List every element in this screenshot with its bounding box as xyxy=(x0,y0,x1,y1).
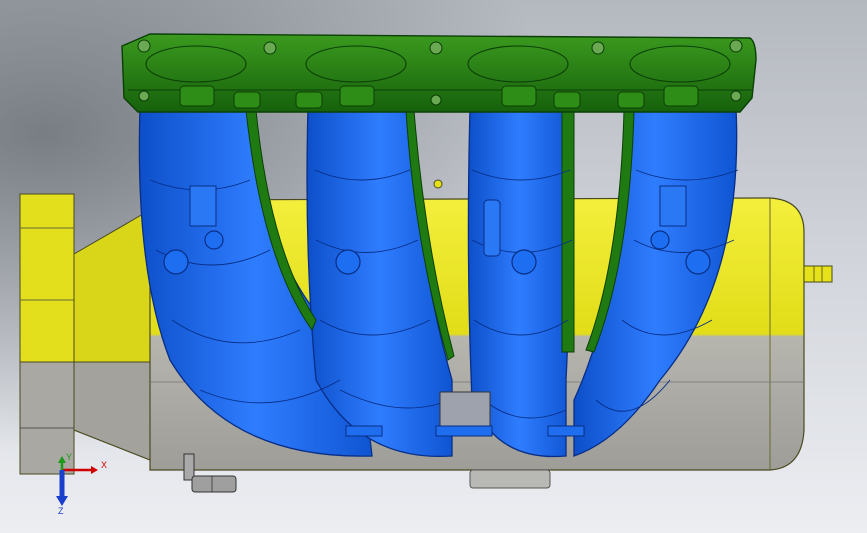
vacuum-nipple xyxy=(803,265,833,283)
cad-viewport[interactable]: X Y Z xyxy=(0,0,867,533)
plenum-bottom-boss xyxy=(469,469,551,489)
manifold-model-view[interactable]: X Y Z xyxy=(0,0,867,533)
z-axis-label: Z xyxy=(58,506,64,516)
y-axis-label: Y xyxy=(66,452,72,462)
x-axis-label: X xyxy=(101,460,107,470)
gusset-3 xyxy=(561,109,575,353)
intake-flange[interactable] xyxy=(121,33,757,113)
